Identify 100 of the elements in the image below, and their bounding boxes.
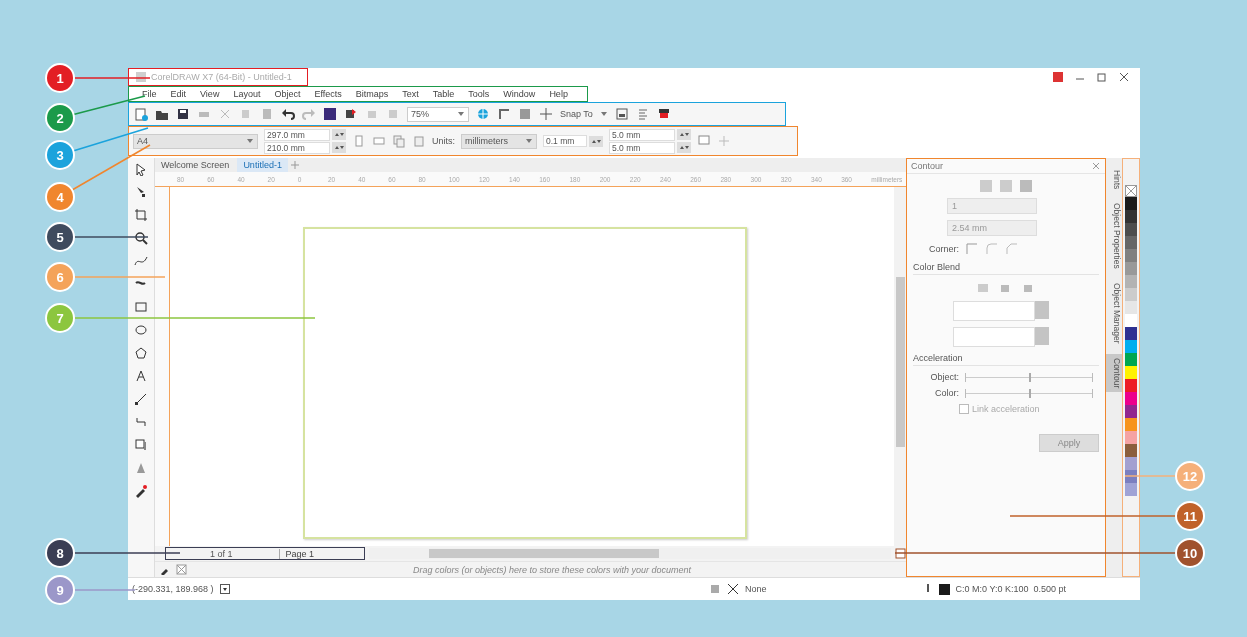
page-frame-icon[interactable] xyxy=(697,134,711,148)
rulers-icon[interactable] xyxy=(497,107,511,121)
polygon-icon[interactable] xyxy=(134,346,148,360)
caret-icon[interactable] xyxy=(246,137,254,145)
color-swatch[interactable] xyxy=(1125,431,1137,444)
color-swatch[interactable] xyxy=(1125,301,1137,314)
menu-item[interactable]: Object xyxy=(267,89,308,99)
menu-item[interactable]: Table xyxy=(425,89,462,99)
menu-item[interactable]: Help xyxy=(542,89,575,99)
color-swatch[interactable] xyxy=(1125,418,1137,431)
crop-icon[interactable] xyxy=(134,208,148,222)
color-swatch[interactable] xyxy=(1125,275,1137,288)
menu-item[interactable]: Window xyxy=(496,89,543,99)
color-swatch[interactable] xyxy=(1125,457,1137,470)
color-swatch[interactable] xyxy=(1125,444,1137,457)
freehand-curve-icon[interactable] xyxy=(134,254,148,268)
no-color-icon[interactable] xyxy=(176,564,187,575)
menu-item[interactable]: Text xyxy=(395,89,426,99)
no-color-icon[interactable] xyxy=(1125,185,1137,197)
menu-item[interactable]: File xyxy=(135,89,164,99)
no-fill-icon[interactable] xyxy=(727,583,740,595)
spinner-icon[interactable] xyxy=(677,129,691,140)
guidelines-icon[interactable] xyxy=(539,107,553,121)
all-pages-icon[interactable] xyxy=(392,134,406,148)
parallel-line-icon[interactable] xyxy=(134,392,148,406)
save-icon[interactable] xyxy=(176,107,190,121)
shape-node-icon[interactable] xyxy=(134,185,148,199)
duplicate-x-field[interactable]: 5.0 mm xyxy=(609,128,675,141)
magnifier-icon[interactable] xyxy=(134,231,148,245)
restore-icon[interactable] xyxy=(1096,71,1108,83)
color-slider[interactable] xyxy=(965,388,1093,398)
document-tab[interactable]: Untitled-1 xyxy=(237,158,288,172)
link-checkbox[interactable] xyxy=(959,404,969,414)
portrait-icon[interactable] xyxy=(352,134,366,148)
color-swatch[interactable] xyxy=(1125,236,1137,249)
color-palette[interactable] xyxy=(1122,158,1140,577)
nudge-field[interactable]: 0.1 mm xyxy=(543,135,587,147)
menu-item[interactable]: Layout xyxy=(226,89,268,99)
page-tab[interactable]: Page 1 xyxy=(278,548,315,559)
current-page-icon[interactable] xyxy=(412,134,426,148)
units-dropdown[interactable]: millimeters xyxy=(461,133,537,149)
eyedropper-icon[interactable] xyxy=(134,484,148,498)
zoom-dropdown[interactable]: 75% xyxy=(407,106,469,122)
spinner-icon[interactable] xyxy=(589,135,603,147)
vertical-scrollbar[interactable] xyxy=(894,187,906,546)
object-slider[interactable] xyxy=(965,372,1093,382)
corner-bevel-icon[interactable] xyxy=(1005,242,1019,256)
drop-shadow-icon[interactable] xyxy=(134,438,148,452)
docker-tab[interactable]: Hints xyxy=(1106,166,1122,194)
spinner-icon[interactable] xyxy=(677,142,691,153)
export-icon[interactable] xyxy=(344,107,358,121)
scissors-icon[interactable] xyxy=(218,107,232,121)
pointer-icon[interactable] xyxy=(134,162,148,176)
color-swatch[interactable] xyxy=(1125,197,1137,210)
color-swatch[interactable] xyxy=(1125,249,1137,262)
color-swatch[interactable] xyxy=(1125,327,1137,340)
color-swatch[interactable] xyxy=(1125,392,1137,405)
new-document-icon[interactable] xyxy=(134,107,148,121)
color-swatch[interactable] xyxy=(1125,405,1137,418)
snap-to-button[interactable]: Snap To xyxy=(560,109,593,119)
docker-tab[interactable]: Contour xyxy=(1106,353,1122,392)
spinner-icon[interactable] xyxy=(332,142,346,153)
page-height-field[interactable]: 210.0 mm xyxy=(264,141,330,154)
navigator-icon[interactable] xyxy=(895,548,906,559)
caret-icon[interactable] xyxy=(525,137,533,145)
menu-item[interactable]: Tools xyxy=(461,89,497,99)
color-swatch[interactable] xyxy=(1125,288,1137,301)
color-swatch[interactable] xyxy=(1125,210,1137,223)
color-swatch[interactable] xyxy=(1125,340,1137,353)
page-size-dropdown[interactable]: A4 xyxy=(133,133,258,149)
color-swatch[interactable] xyxy=(1125,483,1137,496)
dropdown-icon[interactable] xyxy=(219,584,230,594)
plus-icon[interactable] xyxy=(717,134,731,148)
page-navigator[interactable]: 1 of 1 Page 1 xyxy=(165,547,365,560)
caret-icon[interactable] xyxy=(599,110,608,118)
document-tab[interactable]: Welcome Screen xyxy=(155,158,236,172)
duplicate-y-field[interactable]: 5.0 mm xyxy=(609,141,675,154)
menu-item[interactable]: View xyxy=(193,89,227,99)
close-icon[interactable] xyxy=(1118,71,1130,83)
text-a-icon[interactable] xyxy=(134,369,148,383)
menu-item[interactable]: Effects xyxy=(307,89,349,99)
redo-icon[interactable] xyxy=(302,107,316,121)
corner-icon[interactable] xyxy=(965,242,979,256)
color-swatch[interactable] xyxy=(1125,353,1137,366)
color-swatch[interactable] xyxy=(1125,223,1137,236)
add-tab-icon[interactable] xyxy=(289,160,300,170)
color-swatch[interactable] xyxy=(1125,379,1137,392)
color-swatch[interactable] xyxy=(1125,366,1137,379)
caret-icon[interactable] xyxy=(457,110,465,118)
undo-icon[interactable] xyxy=(281,107,295,121)
ellipse-icon[interactable] xyxy=(134,323,148,337)
color-swatch[interactable] xyxy=(1125,314,1137,327)
corner-round-icon[interactable] xyxy=(985,242,999,256)
landscape-icon[interactable] xyxy=(372,134,386,148)
docker-tab[interactable]: Object Manager xyxy=(1106,279,1122,348)
menu-item[interactable]: Bitmaps xyxy=(348,89,396,99)
docker-tab[interactable]: Object Properties xyxy=(1106,199,1122,274)
menu-item[interactable]: Edit xyxy=(163,89,194,99)
color-swatch[interactable] xyxy=(1125,262,1137,275)
connector-icon[interactable] xyxy=(134,415,148,429)
